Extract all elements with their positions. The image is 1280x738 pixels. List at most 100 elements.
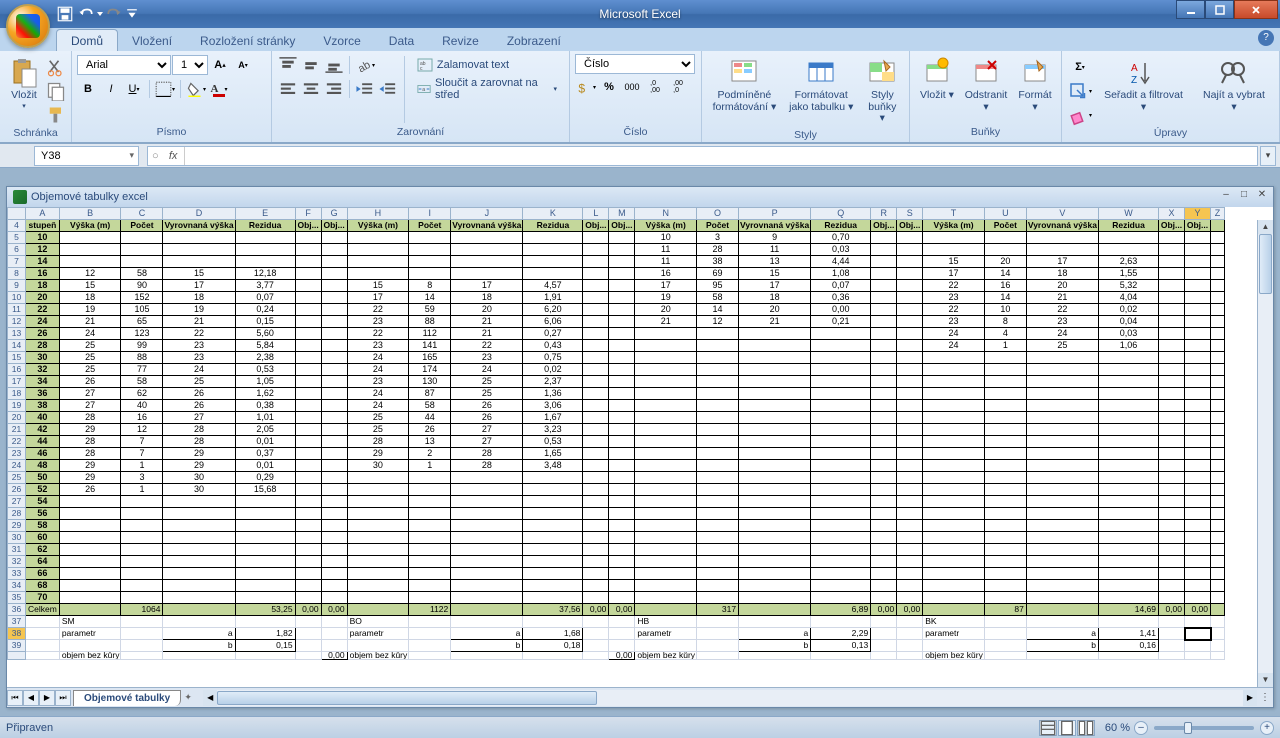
fill-color-icon[interactable]: ▾ bbox=[185, 78, 207, 100]
group-clipboard: Vložit ▾ Schránka bbox=[0, 51, 72, 142]
cell-styles-button[interactable]: Styly buňky ▾ bbox=[861, 54, 904, 128]
zoom-out-icon[interactable]: – bbox=[1134, 721, 1148, 735]
align-center-icon[interactable] bbox=[300, 78, 322, 100]
spreadsheet-grid[interactable]: ABCDEFGHIJKLMNOPQRSTUVWXYZ4stupeňVýška (… bbox=[7, 207, 1225, 660]
zoom-slider-handle[interactable] bbox=[1184, 722, 1192, 734]
last-sheet-icon[interactable]: ⏭ bbox=[55, 690, 71, 706]
svg-text:a: a bbox=[422, 87, 425, 93]
conditional-formatting-icon bbox=[728, 57, 760, 89]
align-top-icon[interactable] bbox=[277, 54, 299, 76]
redo-icon[interactable] bbox=[106, 5, 124, 23]
group-alignment: ab▾ abcZalamovat text aSloučit a zarovna… bbox=[272, 51, 570, 142]
page-layout-view-icon[interactable] bbox=[1058, 720, 1076, 736]
format-painter-icon[interactable] bbox=[45, 104, 67, 126]
wb-maximize-icon[interactable]: □ bbox=[1237, 189, 1251, 203]
border-icon[interactable]: ▾ bbox=[154, 78, 176, 100]
number-format-combo[interactable]: Číslo bbox=[575, 54, 695, 74]
tab-formulas[interactable]: Vzorce bbox=[309, 30, 374, 51]
tab-review[interactable]: Revize bbox=[428, 30, 493, 51]
percent-icon[interactable]: % bbox=[598, 76, 620, 98]
decrease-indent-icon[interactable] bbox=[354, 78, 376, 100]
status-text: Připraven bbox=[6, 722, 53, 734]
italic-button[interactable]: I bbox=[100, 78, 122, 100]
horizontal-scrollbar[interactable]: ◀ ▶ bbox=[203, 690, 1257, 706]
tab-view[interactable]: Zobrazení bbox=[493, 30, 575, 51]
find-select-button[interactable]: Najít a vybrat ▾ bbox=[1194, 54, 1274, 126]
tab-data[interactable]: Data bbox=[375, 30, 428, 51]
sheet-tab-active[interactable]: Objemové tabulky bbox=[73, 690, 181, 706]
font-color-icon[interactable]: A▾ bbox=[208, 78, 230, 100]
undo-icon[interactable] bbox=[76, 5, 94, 23]
vscroll-thumb[interactable] bbox=[1259, 234, 1272, 294]
clear-icon[interactable]: ▾ bbox=[1067, 104, 1093, 126]
new-sheet-icon[interactable]: ✦ bbox=[181, 692, 195, 703]
format-cells-icon bbox=[1019, 57, 1051, 89]
zoom-percent[interactable]: 60 % bbox=[1101, 722, 1134, 734]
fx-icon[interactable]: fx bbox=[163, 147, 185, 165]
sort-filter-button[interactable]: AZSeřadit a filtrovat ▾ bbox=[1095, 54, 1192, 126]
workbook-title-bar[interactable]: Objemové tabulky excel – □ ✕ bbox=[7, 187, 1273, 207]
vertical-scrollbar[interactable]: ▲ ▼ bbox=[1257, 220, 1273, 687]
scroll-left-icon[interactable]: ◀ bbox=[203, 690, 217, 706]
zoom-in-icon[interactable]: + bbox=[1260, 721, 1274, 735]
save-icon[interactable] bbox=[56, 5, 74, 23]
shrink-font-icon[interactable]: A▾ bbox=[232, 54, 254, 76]
prev-sheet-icon[interactable]: ◀ bbox=[23, 690, 39, 706]
maximize-button[interactable] bbox=[1205, 0, 1234, 19]
increase-decimal-icon[interactable]: ,0,00 bbox=[644, 76, 666, 98]
page-break-view-icon[interactable] bbox=[1077, 720, 1095, 736]
align-left-icon[interactable] bbox=[277, 78, 299, 100]
font-size-combo[interactable]: 10 bbox=[172, 55, 208, 75]
align-right-icon[interactable] bbox=[323, 78, 345, 100]
help-icon[interactable]: ? bbox=[1258, 30, 1274, 46]
find-select-icon bbox=[1218, 57, 1250, 89]
wb-close-icon[interactable]: ✕ bbox=[1255, 189, 1269, 203]
format-cells-button[interactable]: Formát ▾ bbox=[1013, 54, 1057, 125]
qat-customize-icon[interactable] bbox=[126, 5, 138, 23]
workbook-window: Objemové tabulky excel – □ ✕ ABCDEFGHIJK… bbox=[6, 186, 1274, 708]
copy-icon[interactable] bbox=[45, 80, 67, 102]
decrease-decimal-icon[interactable]: ,00,0 bbox=[667, 76, 689, 98]
tab-home[interactable]: Domů bbox=[56, 29, 118, 51]
cut-icon[interactable] bbox=[45, 56, 67, 78]
align-middle-icon[interactable] bbox=[300, 54, 322, 76]
underline-button[interactable]: U▾ bbox=[123, 78, 145, 100]
first-sheet-icon[interactable]: ⏮ bbox=[7, 690, 23, 706]
wrap-text-button[interactable]: abcZalamovat text bbox=[410, 54, 564, 76]
insert-cells-button[interactable]: Vložit ▾ bbox=[915, 54, 959, 125]
next-sheet-icon[interactable]: ▶ bbox=[39, 690, 55, 706]
bold-button[interactable]: B bbox=[77, 78, 99, 100]
close-button[interactable] bbox=[1234, 0, 1278, 19]
split-handle-icon[interactable]: ⋮ bbox=[1257, 692, 1273, 703]
formula-bar-expand-icon[interactable]: ▾ bbox=[1260, 146, 1276, 166]
comma-icon[interactable]: 000 bbox=[621, 76, 643, 98]
paste-button[interactable]: Vložit ▾ bbox=[5, 54, 43, 126]
merge-center-button[interactable]: aSloučit a zarovnat na střed▾ bbox=[410, 78, 564, 100]
accounting-format-icon[interactable]: $▾ bbox=[575, 76, 597, 98]
format-as-table-button[interactable]: Formátovat jako tabulku ▾ bbox=[784, 54, 859, 128]
zoom-slider[interactable] bbox=[1154, 726, 1254, 730]
tab-insert[interactable]: Vložení bbox=[118, 30, 186, 51]
office-button[interactable] bbox=[6, 4, 50, 48]
conditional-formatting-button[interactable]: Podmíněné formátování ▾ bbox=[707, 54, 782, 128]
scroll-down-icon[interactable]: ▼ bbox=[1258, 673, 1273, 687]
wb-minimize-icon[interactable]: – bbox=[1219, 189, 1233, 203]
group-number: Číslo $▾ % 000 ,0,00 ,00,0 Číslo bbox=[570, 51, 702, 142]
autosum-icon[interactable]: Σ▾ bbox=[1067, 56, 1093, 78]
hscroll-thumb[interactable] bbox=[217, 691, 597, 705]
delete-cells-button[interactable]: Odstranit ▾ bbox=[961, 54, 1011, 125]
font-name-combo[interactable]: Arial bbox=[77, 55, 171, 75]
minimize-button[interactable] bbox=[1176, 0, 1205, 19]
fill-icon[interactable]: ▾ bbox=[1067, 80, 1093, 102]
increase-indent-icon[interactable] bbox=[377, 78, 399, 100]
scroll-up-icon[interactable]: ▲ bbox=[1258, 220, 1273, 234]
undo-dropdown-icon[interactable] bbox=[96, 5, 104, 23]
scroll-right-icon[interactable]: ▶ bbox=[1243, 690, 1257, 706]
align-bottom-icon[interactable] bbox=[323, 54, 345, 76]
grow-font-icon[interactable]: A▴ bbox=[209, 54, 231, 76]
tab-page-layout[interactable]: Rozložení stránky bbox=[186, 30, 309, 51]
sheet-area: ABCDEFGHIJKLMNOPQRSTUVWXYZ4stupeňVýška (… bbox=[7, 207, 1273, 687]
orientation-icon[interactable]: ab▾ bbox=[354, 54, 376, 76]
name-box[interactable]: Y38 bbox=[34, 146, 139, 166]
normal-view-icon[interactable] bbox=[1039, 720, 1057, 736]
